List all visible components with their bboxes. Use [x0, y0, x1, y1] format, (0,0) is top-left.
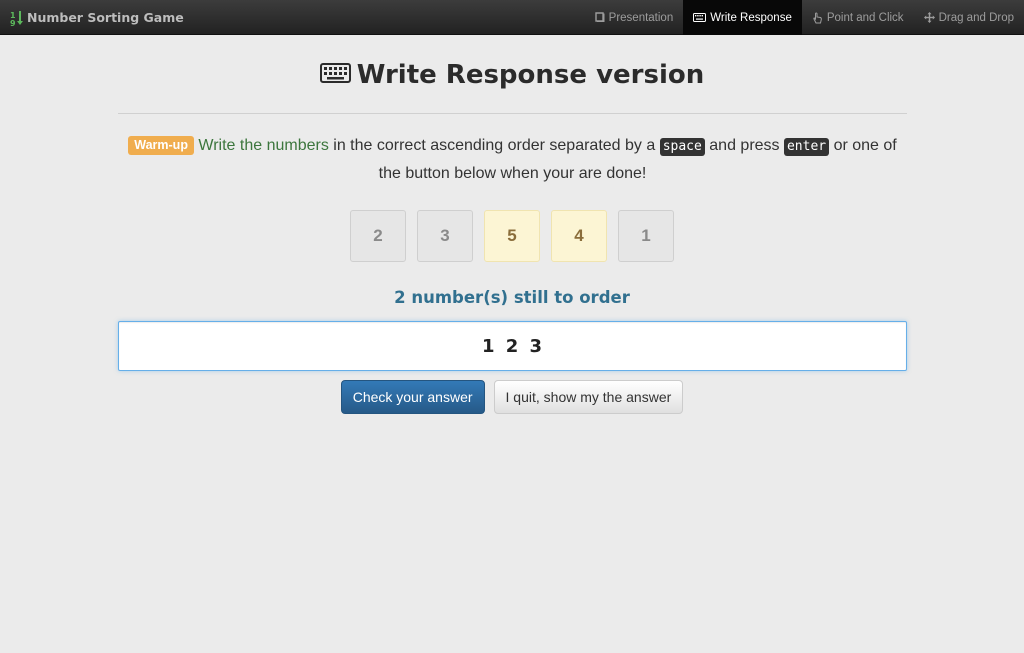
quit-show-answer-button[interactable]: I quit, show my the answer — [493, 380, 684, 414]
nav-item-presentation[interactable]: Presentation — [585, 0, 684, 35]
move-arrows-icon — [923, 12, 935, 23]
space-key: space — [659, 138, 705, 156]
nav-item-point-and-click[interactable]: Point and Click — [802, 0, 914, 35]
svg-text:9: 9 — [10, 19, 16, 26]
instructions: Warm-up Write the numbers in the correct… — [118, 132, 907, 188]
brand[interactable]: 1 9 Number Sorting Game — [10, 0, 184, 35]
nav-item-label: Drag and Drop — [938, 11, 1014, 24]
nav-item-drag-and-drop[interactable]: Drag and Drop — [914, 0, 1024, 35]
nav-item-label: Point and Click — [826, 11, 904, 24]
number-tile: 3 — [417, 210, 473, 262]
keyboard-icon — [319, 60, 351, 90]
action-buttons: Check your answer I quit, show my the an… — [0, 380, 1024, 414]
check-answer-button[interactable]: Check your answer — [340, 380, 485, 414]
instructions-lead: Write the numbers — [198, 137, 329, 154]
page-title-text: Write Response version — [356, 60, 705, 90]
number-tile: 4 — [551, 210, 607, 262]
number-tile: 2 — [350, 210, 406, 262]
nav-links: Presentation Write Response Point and Cl… — [585, 0, 1024, 35]
enter-key: enter — [783, 138, 830, 156]
number-tile: 1 — [618, 210, 674, 262]
nav-item-label: Presentation — [608, 11, 674, 24]
keyboard-icon — [693, 13, 707, 22]
number-tiles: 2 3 5 4 1 — [350, 210, 674, 262]
instructions-text: and press — [704, 137, 784, 154]
brand-label: Number Sorting Game — [27, 10, 184, 25]
book-icon — [594, 12, 605, 23]
nav-item-label: Write Response — [710, 11, 792, 24]
remaining-count: 2 number(s) still to order — [394, 288, 630, 307]
navbar: 1 9 Number Sorting Game Presentation Wri… — [0, 0, 1024, 35]
answer-input[interactable] — [118, 321, 907, 371]
number-tile: 5 — [484, 210, 540, 262]
divider — [118, 113, 907, 114]
page-title: Write Response version — [0, 60, 1024, 90]
nav-item-write-response[interactable]: Write Response — [683, 0, 802, 35]
warm-up-badge: Warm-up — [128, 136, 194, 155]
sort-numeric-icon: 1 9 — [10, 10, 24, 28]
instructions-text: in the correct ascending order separated… — [328, 137, 660, 154]
hand-pointer-icon — [812, 12, 823, 24]
